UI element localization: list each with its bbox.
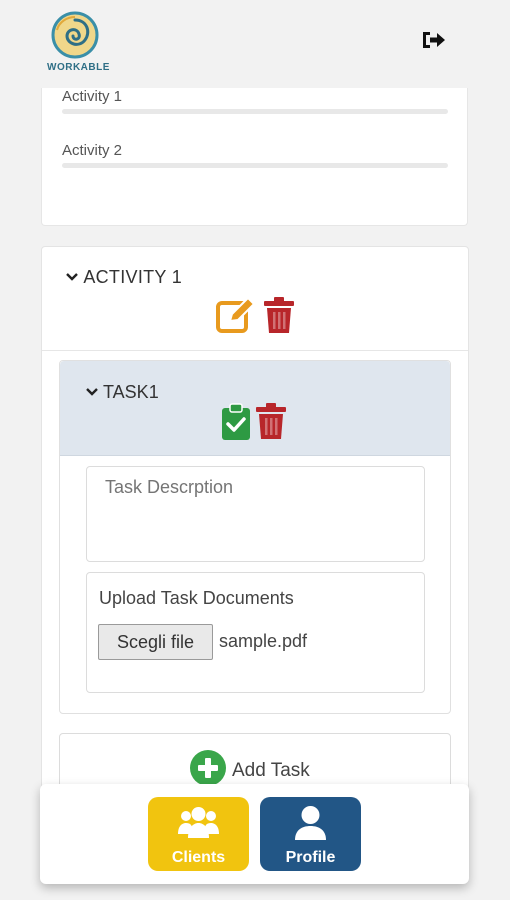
choose-file-button[interactable]: Scegli file bbox=[98, 624, 213, 660]
nav-clients-label: Clients bbox=[171, 849, 226, 866]
logo-text: WORKABLE bbox=[47, 62, 110, 73]
delete-activity-button[interactable] bbox=[262, 297, 296, 335]
activity-progress-bar bbox=[62, 163, 448, 168]
activity-progress-label: Activity 2 bbox=[62, 142, 123, 159]
trash-icon bbox=[256, 403, 286, 439]
bottom-navigation: Clients Profile bbox=[40, 784, 469, 884]
activities-progress-card: Activity 1 Activity 2 bbox=[41, 88, 468, 226]
clipboard-check-icon bbox=[222, 403, 250, 440]
upload-documents-box: Upload Task Documents Scegli file sample… bbox=[86, 572, 425, 693]
task-description-input[interactable] bbox=[86, 466, 425, 562]
complete-task-button[interactable] bbox=[221, 403, 251, 441]
selected-file-name: sample.pdf bbox=[219, 631, 308, 651]
nav-profile-label: Profile bbox=[285, 849, 336, 866]
activity-progress-row: Activity 1 bbox=[62, 88, 450, 114]
chevron-down-icon bbox=[66, 273, 78, 281]
activity-progress-bar bbox=[62, 109, 448, 114]
activity-header: ACTIVITY 1 bbox=[42, 247, 468, 351]
task-header: TASK1 bbox=[60, 361, 450, 456]
user-icon bbox=[295, 806, 326, 840]
edit-activity-button[interactable] bbox=[216, 296, 256, 335]
users-icon bbox=[178, 807, 219, 838]
task-toggle[interactable]: TASK1 bbox=[86, 381, 159, 403]
nav-clients-button[interactable]: Clients bbox=[148, 797, 249, 871]
chevron-down-icon bbox=[86, 388, 98, 396]
activity-title: ACTIVITY 1 bbox=[83, 266, 183, 287]
delete-task-button[interactable] bbox=[254, 403, 288, 441]
logout-icon bbox=[423, 32, 445, 48]
nav-profile-button[interactable]: Profile bbox=[260, 797, 361, 871]
upload-label: Upload Task Documents bbox=[99, 588, 294, 608]
logout-button[interactable] bbox=[420, 28, 450, 54]
task-panel: TASK1 U bbox=[59, 360, 451, 714]
activity-toggle[interactable]: ACTIVITY 1 bbox=[66, 266, 182, 288]
activity-progress-row: Activity 2 bbox=[62, 142, 450, 168]
workable-logo: WORKABLE bbox=[47, 10, 110, 76]
trash-icon bbox=[264, 297, 294, 333]
activity-progress-label: Activity 1 bbox=[62, 88, 123, 105]
plus-circle-icon bbox=[190, 750, 226, 786]
add-task-label: Add Task bbox=[232, 760, 310, 781]
edit-icon bbox=[216, 296, 256, 333]
top-bar: WORKABLE bbox=[0, 0, 510, 88]
task-title: TASK1 bbox=[103, 381, 159, 402]
logo-swirl-icon bbox=[51, 11, 99, 59]
activity-card: ACTIVITY 1 TASK1 Task Descrption Upload … bbox=[41, 246, 469, 806]
